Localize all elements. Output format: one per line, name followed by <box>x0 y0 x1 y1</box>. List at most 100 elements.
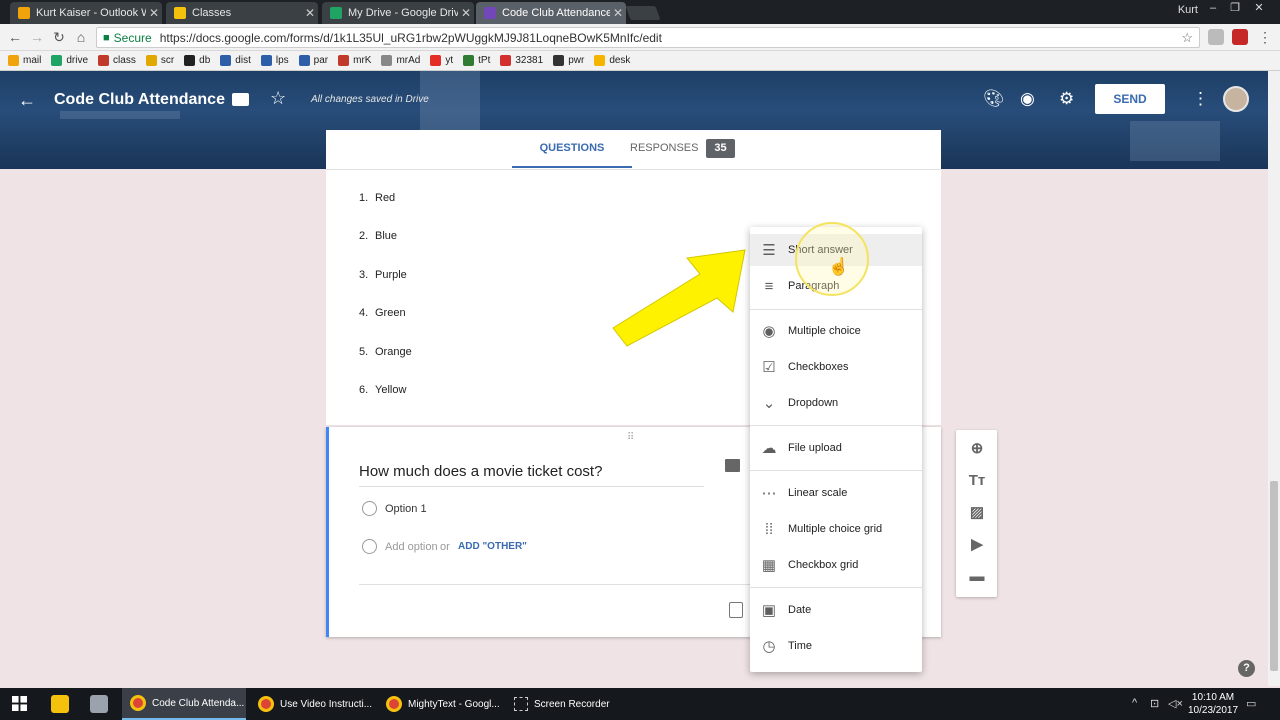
new-tab-button[interactable] <box>625 6 661 20</box>
list-label: Red <box>375 192 396 204</box>
bookmark-db[interactable]: db <box>184 55 210 66</box>
add-title-icon[interactable]: Tт <box>968 472 986 490</box>
menu-label: Dropdown <box>788 397 839 409</box>
bookmark-favicon-icon <box>8 55 19 66</box>
bookmark-par[interactable]: par <box>298 55 328 66</box>
tab-title: Code Club Attendance - <box>502 7 610 19</box>
bookmark-favicon-icon <box>298 55 310 66</box>
add-image-icon[interactable] <box>725 459 740 472</box>
send-button[interactable]: SEND <box>1095 84 1165 114</box>
bookmarks-bar: mail drive class scr db dist lps par mrK mrAd yt tP… <box>0 51 1280 71</box>
windows-start-icon[interactable] <box>12 696 27 711</box>
bookmark-lps[interactable]: lps <box>260 55 289 66</box>
maximize-icon[interactable]: ❐ <box>1224 0 1246 16</box>
drag-handle-icon[interactable]: ⠿ <box>627 432 635 443</box>
extension-icon[interactable] <box>1208 29 1224 45</box>
form-title[interactable]: Code Club Attendance <box>54 91 225 109</box>
menu-item-file-upload[interactable]: ☁ File upload <box>750 432 922 464</box>
profile-name[interactable]: Kurt <box>1178 4 1198 16</box>
bookmark-drive[interactable]: drive <box>51 55 88 66</box>
tab-title: Kurt Kaiser - Outlook We <box>36 7 146 19</box>
folder-icon[interactable] <box>232 93 249 106</box>
browser-tab-forms[interactable]: Code Club Attendance - ✕ <box>476 2 626 24</box>
avatar[interactable] <box>1223 86 1249 112</box>
network-icon[interactable]: ⊡ <box>1150 697 1159 710</box>
radio-icon <box>362 501 377 516</box>
tab-title: Classes <box>192 7 232 19</box>
back-icon[interactable]: ← <box>6 28 24 46</box>
minimize-icon[interactable]: – <box>1202 0 1224 16</box>
browser-tab-classes[interactable]: Classes ✕ <box>166 2 318 24</box>
taskbar-label: Screen Recorder <box>534 698 610 710</box>
menu-item-multiple-choice[interactable]: ◉ Multiple choice <box>750 315 922 347</box>
forward-icon[interactable]: → <box>28 28 46 46</box>
menu-icon[interactable]: ⋮ <box>1256 28 1274 46</box>
close-window-icon[interactable]: ✕ <box>1248 0 1270 16</box>
add-video-icon[interactable]: ▶ <box>968 536 986 554</box>
header-bg-decor <box>1130 121 1220 161</box>
bookmark-pwr[interactable]: pwr <box>553 55 584 66</box>
page-scrollbar[interactable] <box>1268 71 1280 686</box>
chrome-icon <box>130 695 146 711</box>
bookmark-dist[interactable]: dist <box>220 55 251 66</box>
bookmark-class[interactable]: class <box>98 55 136 66</box>
browser-tab-outlook[interactable]: Kurt Kaiser - Outlook We ✕ <box>10 2 162 24</box>
tab-responses[interactable]: RESPONSES <box>630 130 698 168</box>
option-1-input[interactable]: Option 1 <box>385 503 427 515</box>
address-bar[interactable]: ■ Secure https://docs.google.com/forms/d… <box>96 27 1200 48</box>
menu-item-date[interactable]: ▣ Date <box>750 594 922 626</box>
bookmark-scr[interactable]: scr <box>145 55 174 66</box>
taskbar-item-chrome-2[interactable]: Use Video Instructi... <box>250 688 374 720</box>
taskbar-item-screen-recorder[interactable]: Screen Recorder <box>506 688 616 720</box>
settings-gear-icon[interactable]: ⚙ <box>1059 89 1074 109</box>
bookmark-mail[interactable]: mail <box>8 55 41 66</box>
close-icon[interactable]: ✕ <box>458 6 474 20</box>
reload-icon[interactable]: ↻ <box>50 28 68 46</box>
url-text[interactable]: https://docs.google.com/forms/d/1k1L35Ul… <box>160 31 662 45</box>
add-section-icon[interactable]: ▬ <box>968 568 986 586</box>
bookmark-star-icon[interactable]: ☆ <box>1181 30 1193 46</box>
preview-eye-icon[interactable]: ◉ <box>1020 89 1035 109</box>
taskbar-item-chrome-3[interactable]: MightyText - Googl... <box>378 688 502 720</box>
add-question-icon[interactable]: ⊕ <box>968 440 986 458</box>
menu-item-dropdown[interactable]: ⌄ Dropdown <box>750 387 922 419</box>
bookmark-32381[interactable]: 32381 <box>500 55 543 66</box>
bookmark-tpt[interactable]: tPt <box>463 55 490 66</box>
menu-item-time[interactable]: ◷ Time <box>750 630 922 662</box>
help-icon[interactable]: ? <box>1238 660 1255 677</box>
add-option-link[interactable]: Add option <box>385 541 438 553</box>
bookmark-mrad[interactable]: mrAd <box>381 55 420 66</box>
palette-icon[interactable]: 🎨︎ <box>983 89 1005 109</box>
checkbox-grid-icon: ▦ <box>761 557 777 574</box>
question-title-input[interactable]: How much does a movie ticket cost? <box>359 463 704 487</box>
menu-item-checkbox-grid[interactable]: ▦ Checkbox grid <box>750 549 922 581</box>
volume-icon[interactable]: ◁× <box>1168 697 1183 710</box>
add-other-link[interactable]: ADD "OTHER" <box>458 541 527 552</box>
close-icon[interactable]: ✕ <box>610 6 626 20</box>
tab-questions[interactable]: QUESTIONS <box>512 130 632 168</box>
menu-item-linear-scale[interactable]: ⋯ Linear scale <box>750 477 922 509</box>
close-icon[interactable]: ✕ <box>146 6 162 20</box>
taskbar-item-chrome[interactable]: Code Club Attenda... <box>122 688 246 720</box>
browser-tab-drive[interactable]: My Drive - Google Drive ✕ <box>322 2 474 24</box>
system-clock[interactable]: 10:10 AM 10/23/2017 <box>1188 691 1238 717</box>
star-icon[interactable]: ☆ <box>270 88 286 109</box>
close-icon[interactable]: ✕ <box>302 6 318 20</box>
tray-chevron-icon[interactable]: ^ <box>1132 697 1137 709</box>
bookmark-yt[interactable]: yt <box>430 55 453 66</box>
menu-item-checkboxes[interactable]: ☑ Checkboxes <box>750 351 922 383</box>
extension-icon[interactable] <box>1232 29 1248 45</box>
home-icon[interactable]: ⌂ <box>72 28 90 46</box>
duplicate-icon[interactable] <box>729 602 743 618</box>
menu-item-multiple-choice-grid[interactable]: ⁞⁞ Multiple choice grid <box>750 513 922 545</box>
settings-app-icon[interactable] <box>90 695 108 713</box>
scrollbar-thumb[interactable] <box>1270 481 1278 671</box>
add-image-icon[interactable]: ▨ <box>968 504 986 522</box>
bookmark-desk[interactable]: desk <box>594 55 630 66</box>
bookmark-label: mrK <box>353 55 372 66</box>
more-options-icon[interactable]: ⋮ <box>1192 89 1209 109</box>
bookmark-mrk[interactable]: mrK <box>338 55 371 66</box>
back-arrow-icon[interactable]: ← <box>18 90 36 111</box>
file-explorer-icon[interactable] <box>51 695 69 713</box>
notifications-icon[interactable]: ▭ <box>1246 697 1256 710</box>
